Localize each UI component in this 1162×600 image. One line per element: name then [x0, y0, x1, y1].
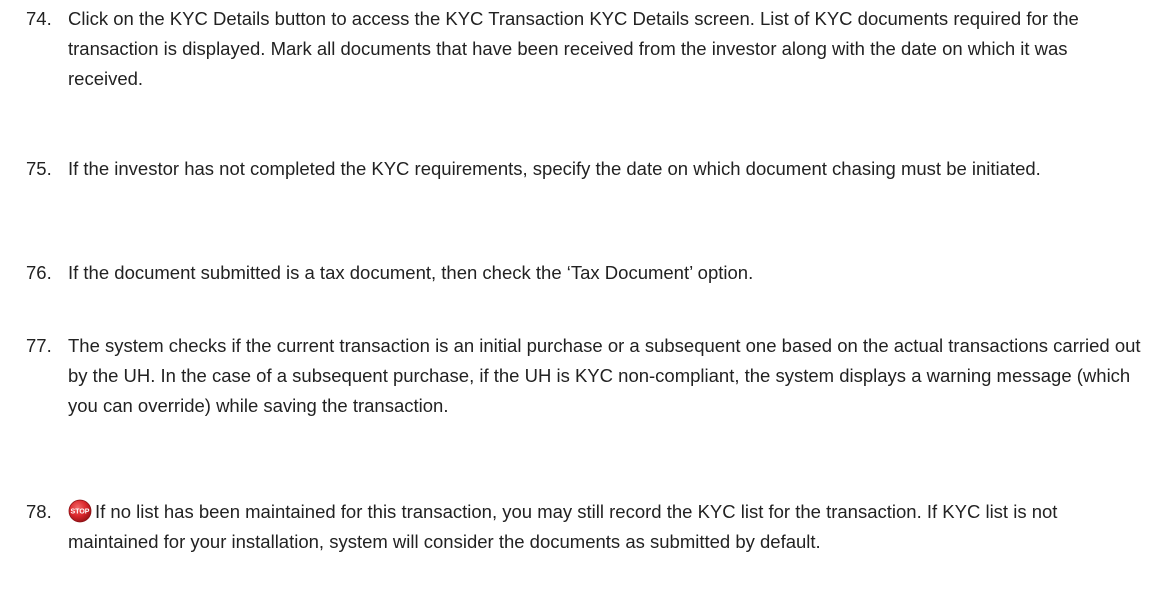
stop-icon-graphic: STOP: [68, 499, 92, 523]
document-page: 74. Click on the KYC Details button to a…: [0, 0, 1162, 600]
step-text: The system checks if the current transac…: [68, 335, 1141, 416]
step-number: 78.: [26, 501, 52, 522]
step-body: STOP If no list has been maintained for …: [68, 497, 1146, 557]
step-text: Click on the KYC Details button to acces…: [68, 8, 1079, 89]
step-74: 74. Click on the KYC Details button to a…: [26, 4, 1146, 94]
step-number: 76.: [26, 262, 52, 283]
step-78: 78. STOP If no list has been maintained …: [26, 497, 1146, 557]
step-text: If the document submitted is a tax docum…: [68, 262, 754, 283]
stop-icon: STOP: [68, 499, 92, 523]
step-77: 77. The system checks if the current tra…: [26, 331, 1146, 421]
stop-icon-label: STOP: [71, 509, 90, 516]
step-number: 74.: [26, 8, 52, 29]
step-number: 77.: [26, 335, 52, 356]
step-number: 75.: [26, 158, 52, 179]
step-76: 76. If the document submitted is a tax d…: [26, 258, 1146, 288]
step-text: If no list has been maintained for this …: [68, 501, 1058, 552]
step-75: 75. If the investor has not completed th…: [26, 154, 1146, 184]
step-text: If the investor has not completed the KY…: [68, 158, 1041, 179]
